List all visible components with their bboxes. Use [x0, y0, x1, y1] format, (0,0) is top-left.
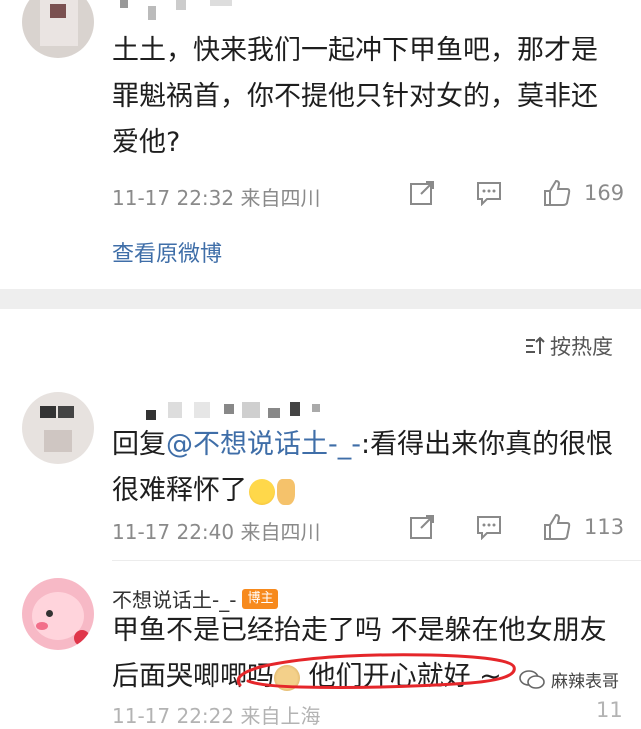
avatar[interactable]	[22, 392, 94, 464]
share-icon	[410, 515, 434, 539]
mention-link[interactable]: @不想说话土-_-	[166, 429, 361, 460]
share-icon	[410, 181, 434, 205]
comment-icon	[477, 516, 501, 540]
username-mosaic	[148, 6, 156, 20]
watermark-text: 麻辣表哥	[551, 672, 619, 692]
wechat-icon	[519, 669, 545, 689]
username-mosaic	[268, 408, 280, 418]
annotation-underline	[236, 653, 516, 689]
reply-text: 回复@不想说话土-_-:看得出来你真的很恨很难释怀了	[112, 422, 622, 514]
comment-icon	[477, 182, 501, 206]
like-count: 169	[584, 181, 625, 205]
sort-by-hot-button[interactable]: 按热度	[524, 331, 613, 361]
avatar[interactable]	[22, 0, 94, 58]
blogger-badge: 博主	[242, 588, 279, 609]
reply-prefix: 回复	[112, 429, 166, 460]
comment-button[interactable]	[475, 514, 503, 540]
laughing-crying-emoji-icon	[249, 478, 275, 505]
watermark: 麻辣表哥	[519, 667, 619, 692]
comment-text: 土土，快来我们一起冲下甲鱼吧，那才是罪魁祸首，你不提他只针对女的，莫非还爱他?	[112, 35, 598, 158]
username-mosaic	[176, 0, 186, 10]
like-count: 11	[596, 698, 623, 722]
username-mosaic	[312, 404, 320, 412]
username-mosaic	[242, 402, 260, 418]
username-mosaic	[146, 410, 156, 420]
like-button[interactable]: 113	[542, 512, 624, 542]
reply-meta: 11-17 22:22 来自上海	[112, 704, 321, 728]
avatar-eye	[46, 610, 53, 617]
like-button[interactable]: 169	[542, 178, 624, 208]
username-mosaic	[210, 0, 232, 6]
avatar-badge	[74, 630, 90, 646]
username-mosaic	[290, 402, 300, 416]
username-mosaic	[194, 402, 210, 418]
avatar-blur	[40, 406, 56, 418]
view-original-link[interactable]: 查看原微博	[112, 236, 222, 268]
victory-hand-emoji-icon	[277, 478, 295, 505]
username-mosaic	[168, 402, 182, 418]
comment-button[interactable]	[475, 180, 503, 206]
sort-icon	[526, 336, 545, 354]
section-separator	[0, 289, 641, 309]
avatar-blur	[50, 4, 66, 18]
avatar-blur	[44, 430, 72, 452]
comment-meta: 11-17 22:32 来自四川	[112, 186, 321, 210]
avatar-blur	[58, 406, 74, 418]
username-mosaic	[224, 404, 234, 414]
thumbs-up-icon	[544, 179, 571, 206]
like-button[interactable]: 11	[596, 698, 623, 722]
reply-meta: 11-17 22:40 来自四川	[112, 520, 321, 544]
sort-label: 按热度	[550, 335, 613, 359]
repost-button[interactable]	[408, 179, 436, 207]
repost-button[interactable]	[408, 513, 436, 541]
avatar-cheek	[36, 622, 48, 630]
divider	[112, 560, 641, 561]
avatar[interactable]	[22, 578, 94, 650]
username-mosaic	[120, 0, 128, 8]
like-count: 113	[584, 515, 625, 539]
thumbs-up-icon	[544, 513, 571, 540]
